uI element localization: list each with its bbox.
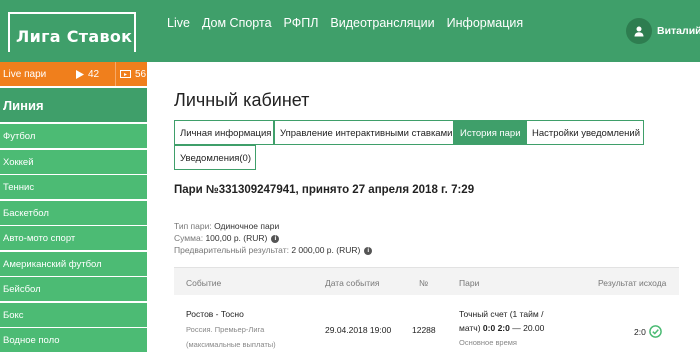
event-number: 12288 <box>412 325 436 335</box>
check-icon <box>649 325 662 338</box>
sport-item-baseball[interactable]: Бейсбол <box>0 277 147 301</box>
bet-line2: матч) 0:0 2:0 — 20.00 <box>459 323 544 333</box>
tab-personal-info[interactable]: Личная информация <box>174 120 274 145</box>
sport-item-boxing[interactable]: Бокс <box>0 302 147 327</box>
sport-item-water-polo[interactable]: Водное поло <box>0 328 147 352</box>
tab-notifications[interactable]: Уведомления(0) <box>174 145 256 170</box>
tv-icon <box>120 69 131 78</box>
live-video-count: 42 <box>88 68 100 80</box>
live-bar[interactable]: Live пари 42 56 <box>0 62 147 86</box>
result-value: 2:0 <box>634 327 646 337</box>
sport-item-motorsport[interactable]: Авто-мото спорт <box>0 226 147 250</box>
bet-sub: Основное время <box>459 338 517 347</box>
top-header: Лига Ставок Live Дом Спорта РФПЛ Видеотр… <box>0 0 700 62</box>
event-name: Ростов - Тосно <box>186 309 244 319</box>
tab-bet-history[interactable]: История пари <box>454 120 526 145</box>
info-icon[interactable]: i <box>271 234 280 243</box>
nav-info[interactable]: Информация <box>447 16 524 30</box>
sport-item-hockey[interactable]: Хоккей <box>0 149 147 174</box>
main-content: Личный кабинет Личная информация Управле… <box>174 90 694 349</box>
result-label: Предварительный результат: <box>174 245 289 255</box>
bet-table: Событие Дата события № Пари Результат ис… <box>174 267 679 352</box>
sport-item-football[interactable]: Футбол <box>0 124 147 148</box>
page-title: Личный кабинет <box>174 90 310 110</box>
live-label: Live пари <box>3 69 47 80</box>
line-header[interactable]: Линия <box>0 88 147 122</box>
logo[interactable]: Лига Ставок <box>0 0 147 62</box>
sum-value: 100,00 р. (RUR) <box>205 233 268 243</box>
nav-rfpl[interactable]: РФПЛ <box>284 16 319 30</box>
table-row: Ростов - Тосно Россия. Премьер-Лига (мак… <box>174 295 679 352</box>
sport-item-tennis[interactable]: Теннис <box>0 175 147 199</box>
sum-label: Сумма: <box>174 233 204 243</box>
live-video[interactable]: 42 <box>76 62 99 86</box>
event-league: Россия. Премьер-Лига <box>186 325 265 334</box>
result-value: 2 000,00 р. (RUR) <box>291 245 361 255</box>
event-date: 29.04.2018 19:00 <box>325 325 392 335</box>
col-bet: Пари <box>459 278 480 288</box>
event-note: (максимальные выплаты) <box>186 340 276 349</box>
col-date: Дата события <box>325 278 380 288</box>
info-icon[interactable]: i <box>364 246 373 255</box>
live-tv[interactable]: 56 <box>115 62 146 86</box>
live-tv-count: 56 <box>135 68 147 80</box>
bet-odds: — 20.00 <box>512 323 545 333</box>
nav-live[interactable]: Live <box>167 16 190 30</box>
sport-item-american-football[interactable]: Американский футбол <box>0 251 147 276</box>
bet-score: 0:0 2:0 <box>482 323 510 333</box>
user-icon <box>626 18 652 44</box>
tab-notification-settings[interactable]: Настройки уведомлений <box>526 120 644 145</box>
type-value: Одиночное пари <box>214 221 280 231</box>
bet-info: Тип пари: Одиночное пари Сумма: 100,00 р… <box>174 220 373 256</box>
bet-heading: Пари №331309247941, принято 27 апреля 20… <box>174 184 475 196</box>
user-name: Виталий <box>657 25 700 37</box>
table-header: Событие Дата события № Пари Результат ис… <box>174 267 679 295</box>
user-menu[interactable]: Виталий <box>626 18 700 44</box>
type-label: Тип пари: <box>174 221 212 231</box>
play-icon <box>76 69 84 79</box>
col-result: Результат исхода <box>598 278 667 288</box>
nav-video[interactable]: Видеотрансляции <box>330 16 434 30</box>
bet-line2-pre: матч) <box>459 323 481 333</box>
col-event: Событие <box>186 278 222 288</box>
col-number: № <box>419 278 429 288</box>
sport-item-basketball[interactable]: Баскетбол <box>0 200 147 225</box>
tab-interactive-bets[interactable]: Управление интерактивными ставками <box>274 120 454 145</box>
nav-dom-sporta[interactable]: Дом Спорта <box>202 16 272 30</box>
bet-line1: Точный счет (1 тайм / <box>459 309 544 319</box>
sport-list: Футбол Хоккей Теннис Баскетбол Авто-мото… <box>0 124 147 352</box>
logo-text: Лига Ставок <box>14 27 135 46</box>
main-nav: Live Дом Спорта РФПЛ Видеотрансляции Инф… <box>167 16 523 30</box>
